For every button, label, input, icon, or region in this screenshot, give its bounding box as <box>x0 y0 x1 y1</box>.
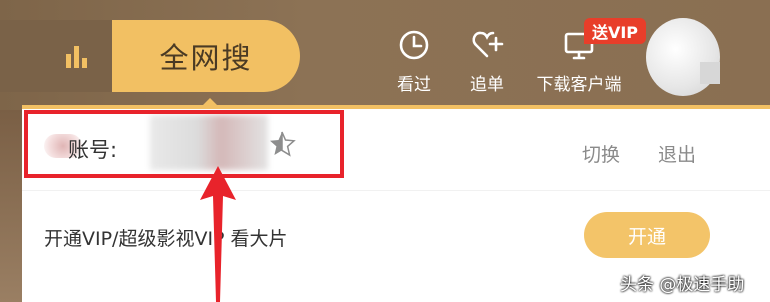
divider <box>22 190 770 191</box>
nav-history-label: 看过 <box>397 75 431 95</box>
search-button[interactable]: 全网搜 <box>112 20 300 92</box>
nav-download-label: 下载客户端 <box>536 75 622 95</box>
avatar-tail <box>700 62 720 84</box>
watermark: 头条 @极速手助 <box>620 275 745 295</box>
avatar[interactable] <box>646 18 720 96</box>
bars-icon <box>66 46 87 68</box>
arrow-up-icon <box>200 166 236 302</box>
heart-plus-icon <box>472 31 504 58</box>
account-highlight-box <box>24 110 344 178</box>
open-vip-button[interactable]: 开通 <box>584 212 710 258</box>
nav-history[interactable]: 看过 <box>382 28 446 95</box>
vip-promo-text: 开通VIP/超级影视VIP 看大片 <box>44 228 288 250</box>
nav-watchlist-label: 追单 <box>470 75 504 95</box>
nav-watchlist[interactable]: 追单 <box>455 28 519 95</box>
search-area <box>0 20 120 92</box>
switch-account-link[interactable]: 切换 <box>582 140 620 167</box>
logout-link[interactable]: 退出 <box>658 140 696 167</box>
vip-badge[interactable]: 送VIP <box>584 18 646 44</box>
clock-icon <box>399 30 429 60</box>
background-edge <box>0 110 22 302</box>
